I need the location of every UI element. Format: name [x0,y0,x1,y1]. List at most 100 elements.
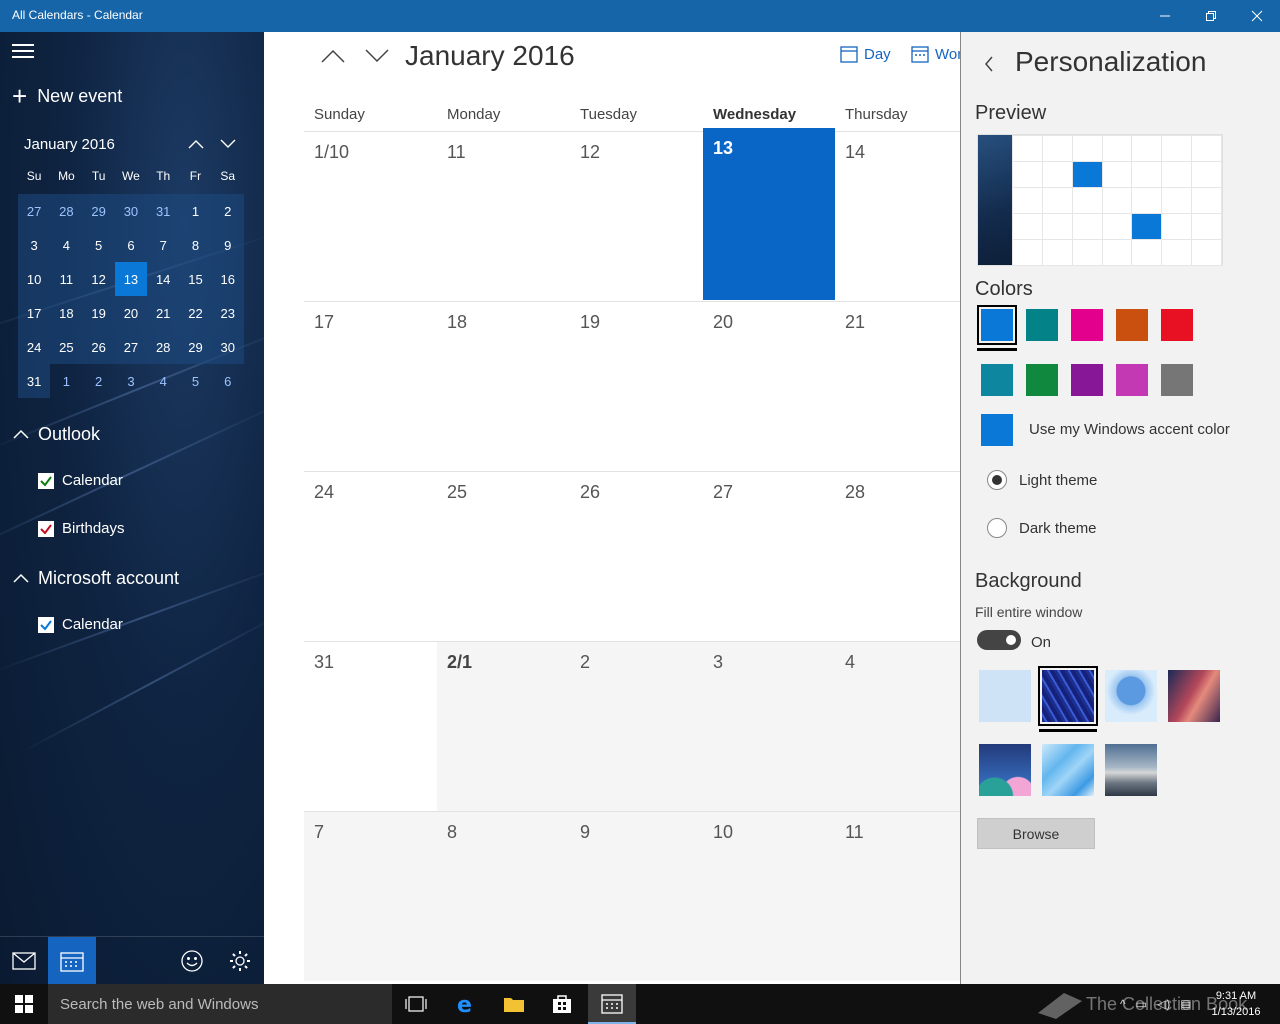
day-cell[interactable]: 10 [703,812,835,981]
checkbox[interactable] [38,520,54,537]
accent-color-swatch[interactable] [981,414,1013,446]
today-cell[interactable]: 13 [703,128,835,300]
mini-calendar-day[interactable]: 27 [18,194,51,228]
mini-calendar-day[interactable]: 28 [147,330,180,364]
mini-calendar-day[interactable]: 13 [114,262,148,296]
mini-calendar-day[interactable]: 4 [147,364,179,398]
day-cell[interactable]: 1/10 [304,132,437,301]
color-swatch[interactable] [1026,309,1058,341]
mini-calendar-day[interactable]: 20 [114,296,148,330]
mini-calendar-day[interactable]: 5 [179,364,211,398]
feedback-button[interactable] [168,937,216,984]
day-cell[interactable]: 11 [835,812,960,981]
mini-calendar-day[interactable]: 28 [50,194,83,228]
color-swatch[interactable] [1071,309,1103,341]
mini-calendar-day[interactable]: 26 [82,330,115,364]
fill-window-toggle[interactable] [977,630,1021,650]
mini-calendar-day[interactable]: 7 [147,228,180,262]
day-cell[interactable]: 20 [703,302,835,471]
color-swatch[interactable] [1116,309,1148,341]
day-cell[interactable]: 25 [437,472,570,641]
mini-calendar-day[interactable]: 4 [50,228,83,262]
mini-calendar-day[interactable]: 17 [18,296,51,330]
taskbar-search-box[interactable]: Search the web and Windows [48,984,392,1024]
mini-calendar-day[interactable]: 11 [50,262,83,296]
dark-theme-radio[interactable] [987,518,1007,538]
network-icon[interactable]: ▭ [1136,997,1147,1011]
mini-calendar-day[interactable]: 16 [211,262,244,296]
next-month-button[interactable] [361,44,393,68]
day-cell[interactable]: 27 [703,472,835,641]
mini-calendar-day[interactable]: 23 [211,296,244,330]
mini-calendar-day[interactable]: 3 [115,364,147,398]
mini-calendar-day[interactable]: 8 [179,228,212,262]
hamburger-menu-icon[interactable] [12,44,34,60]
mini-calendar-day[interactable]: 2 [83,364,115,398]
accent-color-label[interactable]: Use my Windows accent color [1029,421,1230,438]
mini-calendar-day[interactable]: 5 [82,228,115,262]
mini-calendar-day[interactable]: 6 [212,364,244,398]
taskbar-clock[interactable]: 9:31 AM 1/13/2016 [1206,988,1266,1020]
mini-calendar-day[interactable]: 29 [82,194,115,228]
day-cell[interactable]: 8 [437,812,570,981]
background-thumb-light-blue[interactable] [979,670,1031,722]
browse-button[interactable]: Browse [977,818,1095,849]
store-button[interactable] [538,984,586,1024]
day-cell[interactable]: 26 [570,472,703,641]
dark-theme-label[interactable]: Dark theme [1019,520,1097,537]
day-cell[interactable]: 9 [570,812,703,981]
show-hidden-icons-icon[interactable]: ^ [1120,997,1126,1011]
background-thumb-lake[interactable] [1105,744,1157,796]
settings-button[interactable] [216,937,264,984]
color-swatch[interactable] [1116,364,1148,396]
edge-button[interactable]: e [442,984,490,1024]
file-explorer-button[interactable] [490,984,538,1024]
mini-calendar-day[interactable]: 3 [18,228,51,262]
calendar-app-button[interactable] [48,937,96,984]
background-thumb-geometric[interactable] [1042,744,1094,796]
day-cell[interactable]: 24 [304,472,437,641]
mini-calendar-day[interactable]: 22 [179,296,212,330]
light-theme-radio[interactable] [987,470,1007,490]
mini-calendar-day[interactable]: 25 [50,330,83,364]
restore-button[interactable] [1188,0,1234,32]
minimize-button[interactable] [1142,0,1188,32]
account-header-outlook[interactable]: Outlook [12,424,100,445]
mini-calendar-day[interactable]: 14 [147,262,180,296]
mini-calendar-day[interactable]: 6 [114,228,148,262]
color-swatch[interactable] [1026,364,1058,396]
calendar-item-birthdays[interactable]: Birthdays [38,520,125,537]
task-view-button[interactable] [392,984,440,1024]
mini-calendar-day[interactable]: 27 [114,330,148,364]
background-thumb-hills[interactable] [979,744,1031,796]
start-button[interactable] [0,984,48,1024]
day-cell[interactable]: 11 [437,132,570,301]
background-thumb-star-trails[interactable] [1038,666,1098,726]
day-cell[interactable]: 12 [570,132,703,301]
mini-calendar-day[interactable]: 10 [18,262,51,296]
color-swatch[interactable] [1161,309,1193,341]
action-center-icon[interactable]: ▤ [1180,997,1191,1011]
back-button[interactable] [979,52,999,76]
day-cell[interactable]: 18 [437,302,570,471]
day-cell[interactable]: 3 [703,642,835,811]
mini-calendar-day[interactable]: 12 [82,262,115,296]
checkbox[interactable] [38,472,54,489]
day-cell[interactable]: 31 [304,642,437,811]
day-cell[interactable]: 28 [835,472,960,641]
mini-calendar-day[interactable]: 31 [18,364,51,398]
mini-calendar-day[interactable]: 21 [147,296,180,330]
previous-month-button[interactable] [317,44,349,68]
background-thumb-tree[interactable] [1105,670,1157,722]
mini-calendar-day[interactable]: 24 [18,330,51,364]
mini-calendar-day[interactable]: 9 [211,228,244,262]
close-button[interactable] [1234,0,1280,32]
calendar-item-outlook-calendar[interactable]: Calendar [38,472,123,489]
day-cell[interactable]: 21 [835,302,960,471]
color-swatch[interactable] [977,305,1017,345]
mini-calendar-day[interactable]: 31 [147,194,180,228]
background-thumb-canyon[interactable] [1168,670,1220,722]
light-theme-label[interactable]: Light theme [1019,472,1097,489]
mini-calendar-day[interactable]: 15 [179,262,212,296]
mini-calendar-day[interactable]: 1 [179,194,212,228]
